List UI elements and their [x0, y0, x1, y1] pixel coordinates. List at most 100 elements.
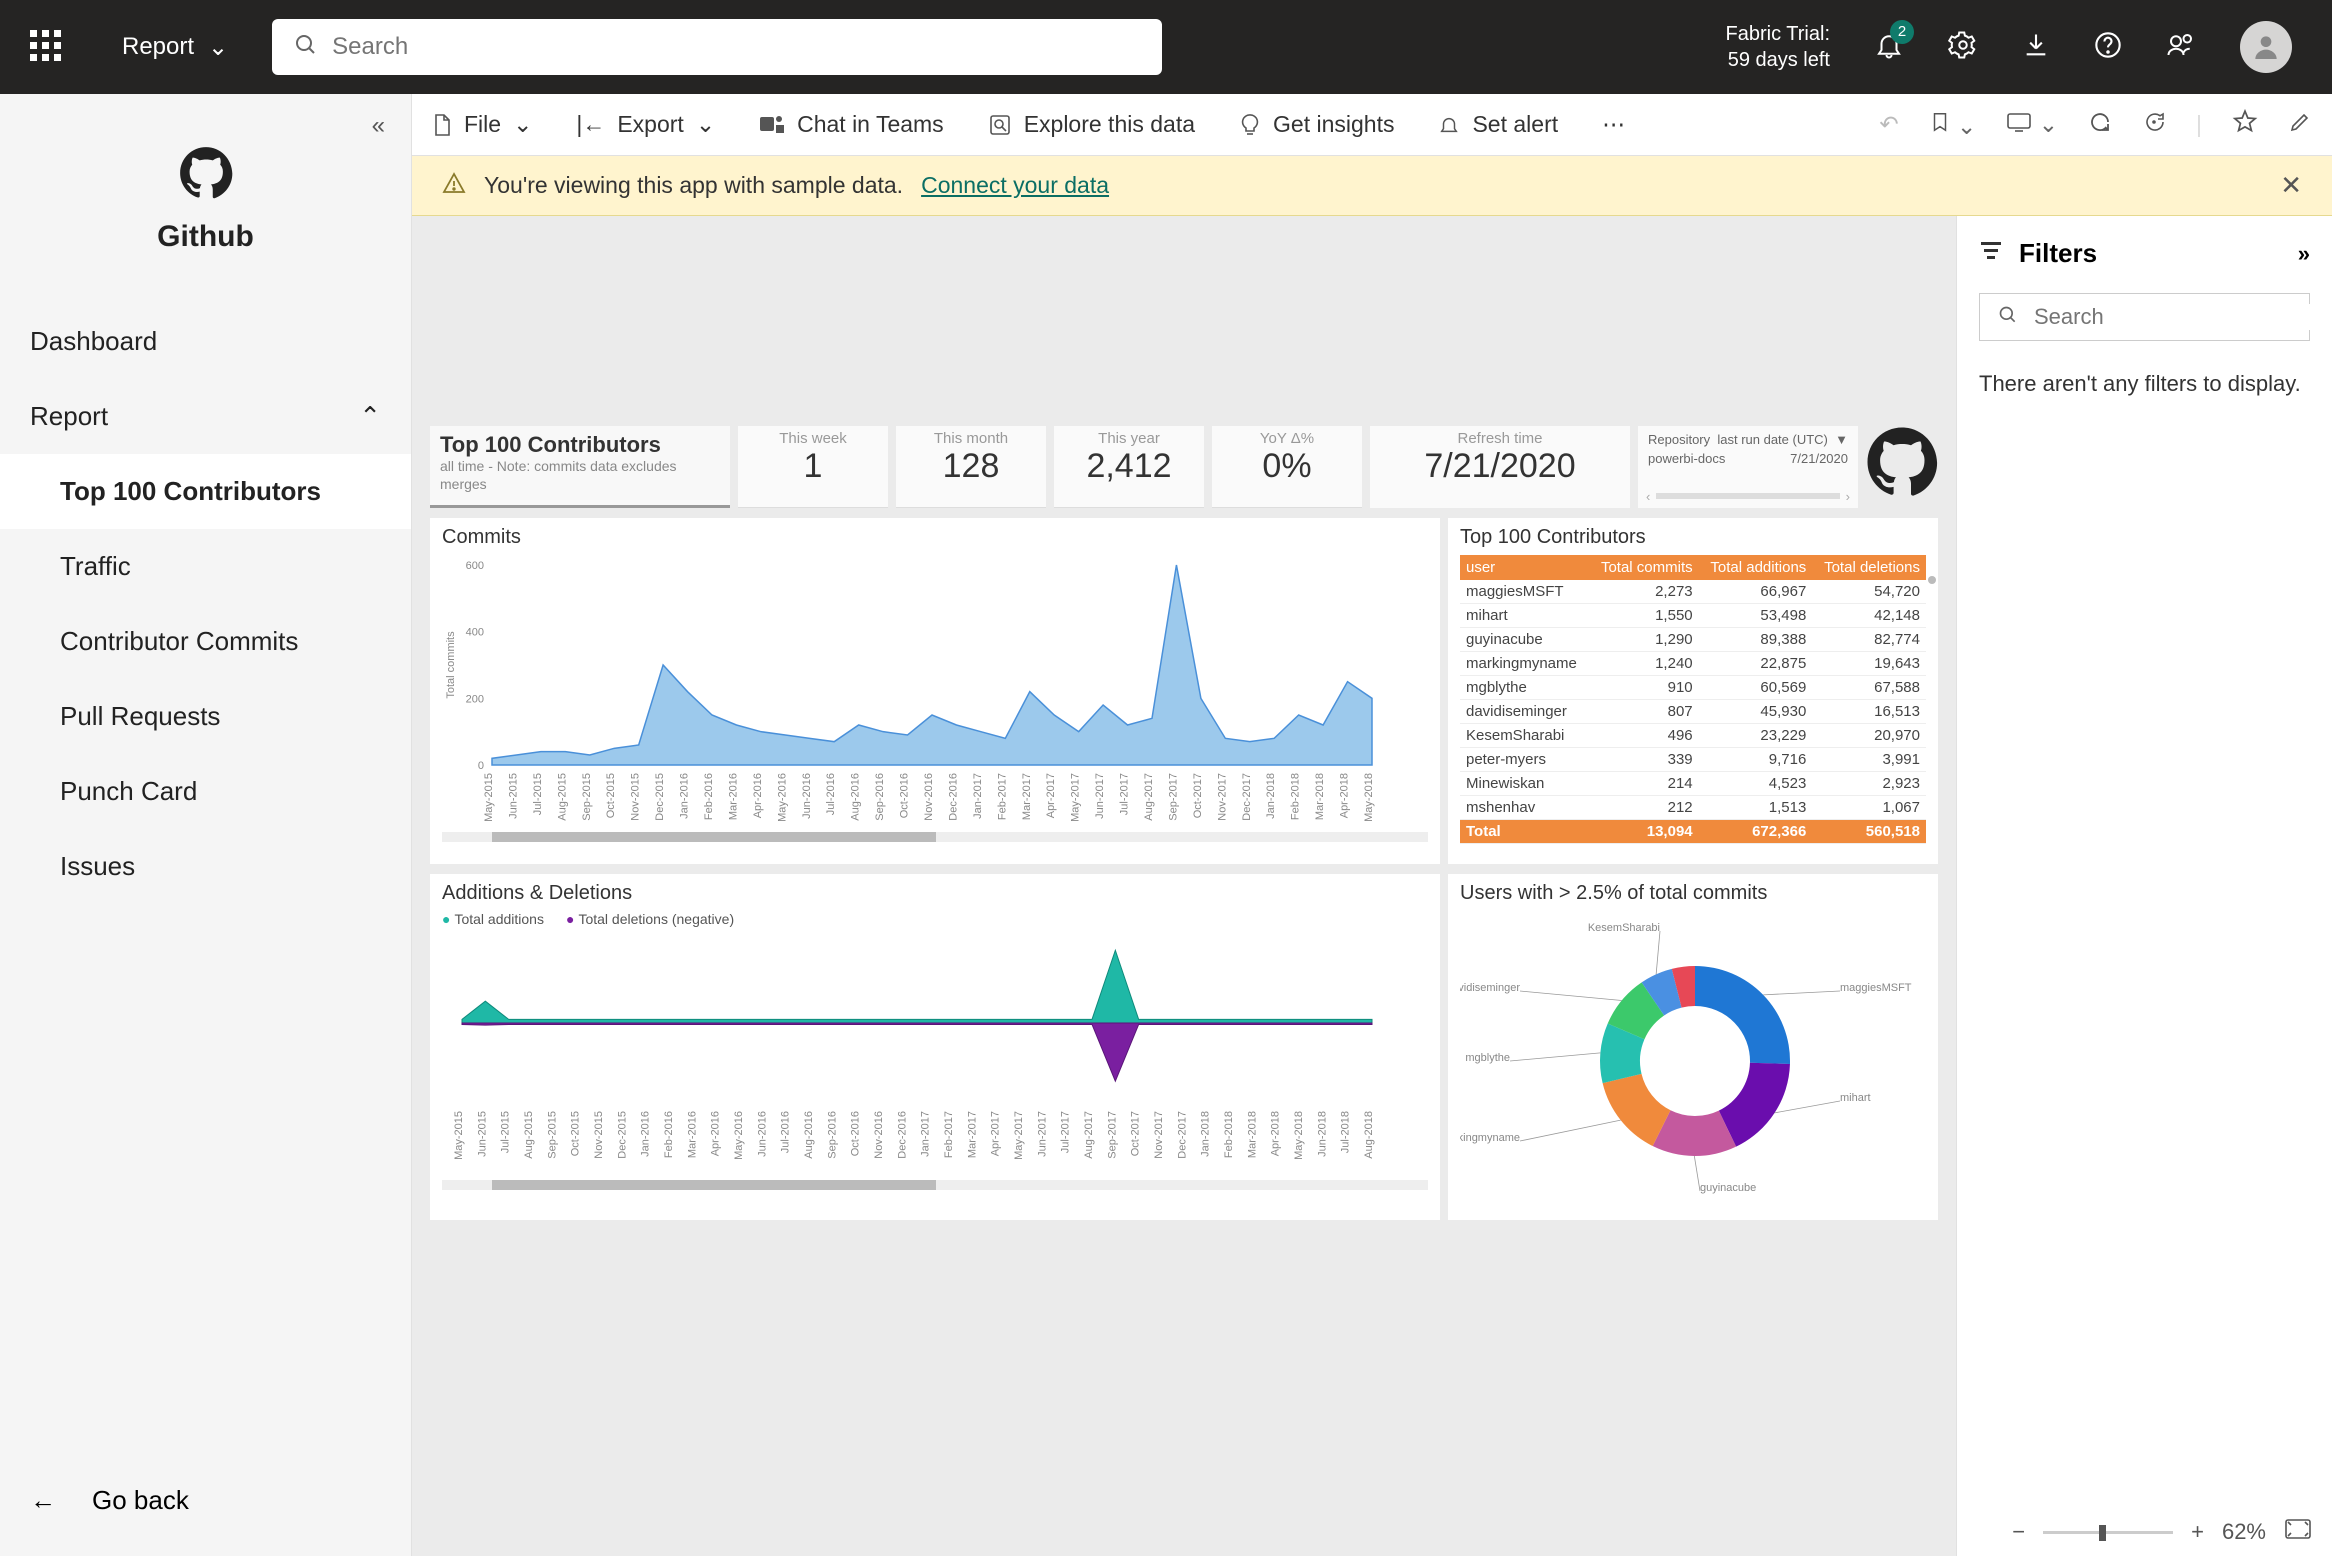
- account-avatar[interactable]: [2240, 21, 2292, 73]
- svg-text:Oct-2017: Oct-2017: [1192, 773, 1204, 818]
- svg-text:Sep-2017: Sep-2017: [1106, 1111, 1118, 1159]
- svg-text:KesemSharabi: KesemSharabi: [1588, 922, 1660, 934]
- table-row[interactable]: maggiesMSFT2,27366,96754,720: [1460, 580, 1926, 604]
- global-search[interactable]: [272, 19, 1162, 75]
- notifications-button[interactable]: 2: [1874, 30, 1904, 65]
- go-back-button[interactable]: ← Go back: [30, 1485, 189, 1516]
- table-row[interactable]: mihart1,55053,49842,148: [1460, 604, 1926, 628]
- commits-area-chart: 0200400600Total commitsMay-2015Jun-2015J…: [442, 555, 1382, 825]
- comment-button[interactable]: [2142, 110, 2166, 140]
- svg-text:Dec-2017: Dec-2017: [1176, 1111, 1188, 1159]
- kpi-yoy[interactable]: YoY Δ% 0%: [1212, 426, 1362, 508]
- svg-text:200: 200: [466, 693, 484, 705]
- refresh-button[interactable]: [2088, 110, 2112, 140]
- trial-status: Fabric Trial: 59 days left: [1726, 21, 1830, 73]
- chat-teams-button[interactable]: Chat in Teams: [759, 111, 944, 138]
- feedback-button[interactable]: [2166, 30, 2196, 65]
- table-row[interactable]: davidiseminger80745,93016,513: [1460, 700, 1926, 724]
- undo-button[interactable]: ↶: [1879, 111, 1898, 138]
- fit-to-page-button[interactable]: [2284, 1518, 2312, 1546]
- svg-text:Jul-2016: Jul-2016: [825, 773, 837, 815]
- filters-search-input[interactable]: [2034, 304, 2322, 330]
- table-scrollbar[interactable]: [1928, 576, 1936, 584]
- svg-text:mgblythe: mgblythe: [1465, 1052, 1510, 1064]
- svg-text:Nov-2015: Nov-2015: [593, 1111, 605, 1159]
- additions-deletions-chart[interactable]: Additions & Deletions Total additions To…: [430, 874, 1440, 1220]
- svg-text:Jun-2017: Jun-2017: [1036, 1111, 1048, 1157]
- nav-contributor-commits[interactable]: Contributor Commits: [0, 604, 411, 679]
- table-row[interactable]: KesemSharabi49623,22920,970: [1460, 724, 1926, 748]
- kpi-this-month[interactable]: This month 128: [896, 426, 1046, 508]
- table-row[interactable]: markingmyname1,24022,87519,643: [1460, 652, 1926, 676]
- app-launcher-icon[interactable]: [30, 30, 64, 64]
- collapse-sidebar-button[interactable]: «: [372, 112, 385, 140]
- nav-punch-card[interactable]: Punch Card: [0, 754, 411, 829]
- repository-info-card[interactable]: Repositorylast run date (UTC)▼ powerbi-d…: [1638, 426, 1858, 508]
- zoom-in-button[interactable]: +: [2191, 1519, 2204, 1545]
- chevron-down-icon: ⌄: [696, 111, 715, 138]
- svg-text:Oct-2015: Oct-2015: [570, 1111, 582, 1156]
- sidebar: « Github Dashboard Report ⌃ Top 100 Cont…: [0, 94, 412, 1556]
- table-row[interactable]: peter-myers3399,7163,991: [1460, 748, 1926, 772]
- nav-issues[interactable]: Issues: [0, 829, 411, 904]
- close-banner-button[interactable]: ✕: [2280, 170, 2302, 201]
- connect-data-link[interactable]: Connect your data: [921, 172, 1109, 199]
- users-donut-chart[interactable]: Users with > 2.5% of total commits maggi…: [1448, 874, 1938, 1220]
- nav-dashboard[interactable]: Dashboard: [0, 304, 411, 379]
- contributors-table[interactable]: Top 100 Contributors userTotal commitsTo…: [1448, 518, 1938, 864]
- search-icon: [294, 33, 318, 62]
- svg-text:May-2015: May-2015: [483, 773, 495, 822]
- view-button[interactable]: ⌄: [2006, 111, 2058, 138]
- get-insights-button[interactable]: Get insights: [1239, 111, 1394, 138]
- svg-text:Aug-2017: Aug-2017: [1083, 1111, 1095, 1159]
- settings-button[interactable]: [1948, 30, 1978, 65]
- ad-scrollbar[interactable]: [442, 1180, 1428, 1190]
- nav-pull-requests[interactable]: Pull Requests: [0, 679, 411, 754]
- commits-scrollbar[interactable]: [442, 832, 1428, 842]
- search-input[interactable]: [332, 33, 1140, 61]
- zoom-out-button[interactable]: −: [2012, 1519, 2025, 1545]
- nav-traffic[interactable]: Traffic: [0, 529, 411, 604]
- zoom-slider[interactable]: [2043, 1531, 2173, 1534]
- filters-pane: Filters » There aren't any filters to di…: [1956, 216, 2332, 1556]
- svg-text:Jul-2015: Jul-2015: [500, 1111, 512, 1153]
- svg-text:Oct-2016: Oct-2016: [899, 773, 911, 818]
- command-bar: File⌄ |← Export⌄ Chat in Teams Explore t…: [412, 94, 2332, 156]
- svg-text:Aug-2016: Aug-2016: [803, 1111, 815, 1159]
- svg-text:Jun-2016: Jun-2016: [801, 773, 813, 819]
- download-button[interactable]: [2022, 31, 2050, 64]
- svg-text:May-2016: May-2016: [776, 773, 788, 822]
- nav-top-contributors[interactable]: Top 100 Contributors: [0, 454, 411, 529]
- svg-text:Apr-2016: Apr-2016: [710, 1111, 722, 1156]
- bookmark-button[interactable]: ⌄: [1929, 110, 1977, 140]
- commits-chart[interactable]: Commits 0200400600Total commitsMay-2015J…: [430, 518, 1440, 864]
- svg-text:markingmyname: markingmyname: [1460, 1132, 1520, 1144]
- kpi-this-year[interactable]: This year 2,412: [1054, 426, 1204, 508]
- kpi-this-week[interactable]: This week 1: [738, 426, 888, 508]
- set-alert-button[interactable]: Set alert: [1438, 111, 1558, 138]
- svg-text:Jun-2015: Jun-2015: [476, 1111, 488, 1157]
- table-row[interactable]: guyinacube1,29089,38882,774: [1460, 628, 1926, 652]
- filters-search[interactable]: [1979, 293, 2310, 341]
- svg-text:davidiseminger: davidiseminger: [1460, 982, 1520, 994]
- report-canvas: Top 100 Contributors all time - Note: co…: [412, 216, 1956, 1556]
- table-row[interactable]: mgblythe91060,56967,588: [1460, 676, 1926, 700]
- svg-text:Sep-2016: Sep-2016: [826, 1111, 838, 1159]
- svg-text:Sep-2015: Sep-2015: [581, 773, 593, 821]
- help-button[interactable]: [2094, 31, 2122, 64]
- report-dropdown[interactable]: Report ⌄: [122, 33, 228, 62]
- explore-data-button[interactable]: Explore this data: [988, 111, 1195, 138]
- kpi-refresh-time[interactable]: Refresh time 7/21/2020: [1370, 426, 1630, 508]
- expand-filters-button[interactable]: »: [2298, 241, 2310, 267]
- table-row[interactable]: mshenhav2121,5131,067: [1460, 796, 1926, 820]
- svg-text:Aug-2017: Aug-2017: [1143, 773, 1155, 821]
- edit-button[interactable]: [2288, 110, 2312, 140]
- svg-text:Jul-2018: Jul-2018: [1340, 1111, 1352, 1153]
- svg-text:Apr-2017: Apr-2017: [990, 1111, 1002, 1156]
- export-menu[interactable]: |← Export⌄: [576, 111, 715, 138]
- nav-report[interactable]: Report ⌃: [0, 379, 411, 454]
- more-options-button[interactable]: ⋯: [1602, 111, 1625, 138]
- table-row[interactable]: Minewiskan2144,5232,923: [1460, 772, 1926, 796]
- file-menu[interactable]: File⌄: [432, 111, 532, 138]
- favorite-button[interactable]: [2232, 109, 2258, 141]
